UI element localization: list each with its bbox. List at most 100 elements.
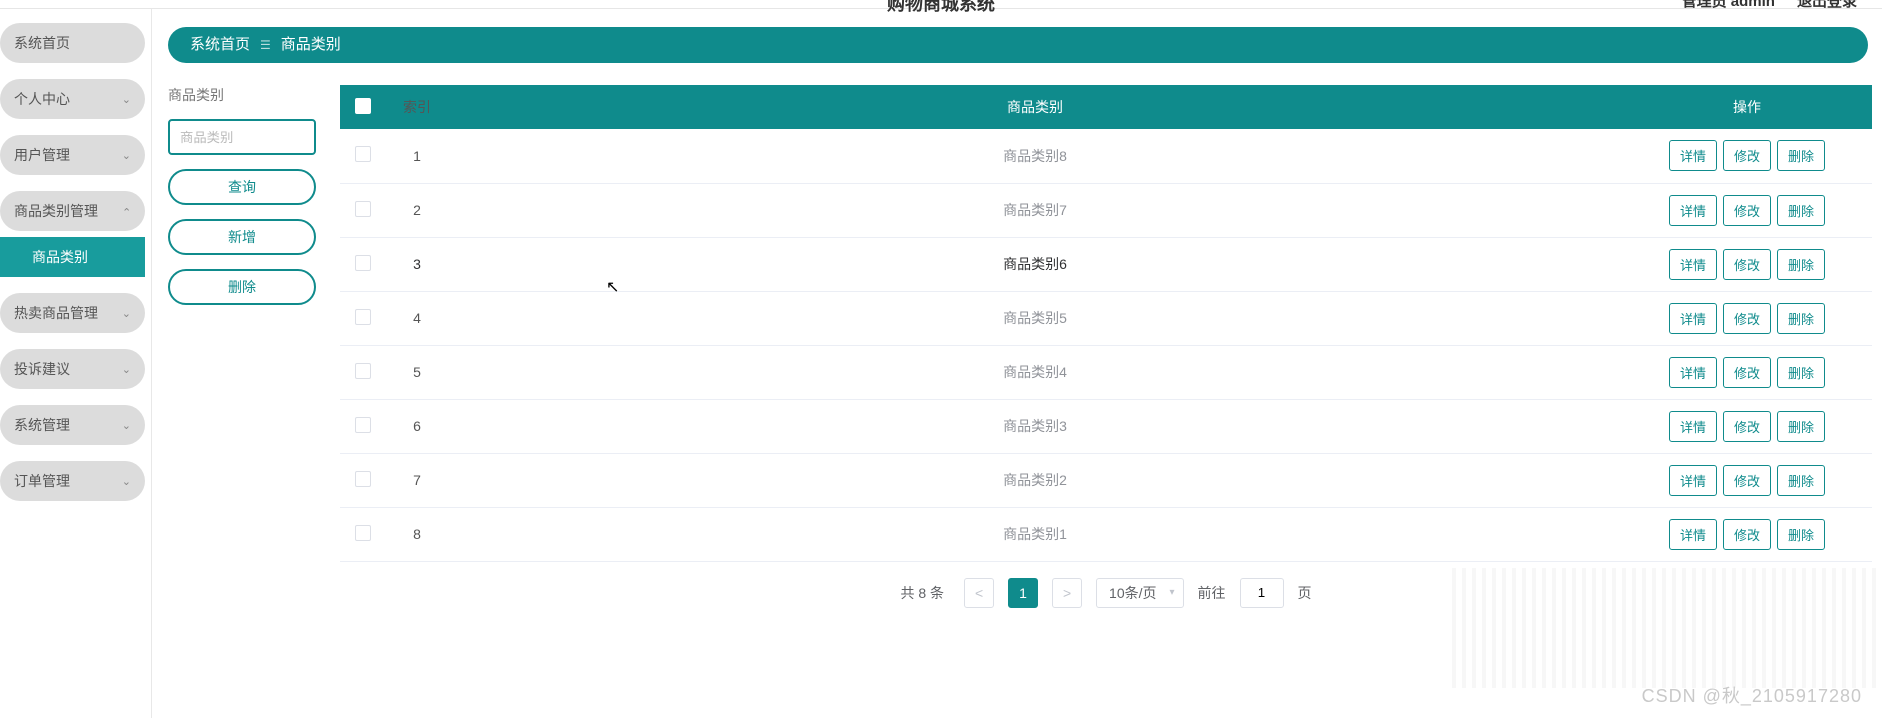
header-checkbox-cell xyxy=(340,85,386,129)
edit-button[interactable]: 修改 xyxy=(1723,411,1771,442)
table-row: 7商品类别2详情修改删除 xyxy=(340,453,1872,507)
breadcrumb-home[interactable]: 系统首页 xyxy=(190,27,250,63)
delete-button[interactable]: 删除 xyxy=(1777,249,1825,280)
row-name: 商品类别2 xyxy=(448,453,1622,507)
edit-button[interactable]: 修改 xyxy=(1723,519,1771,550)
row-ops: 详情修改删除 xyxy=(1622,237,1872,291)
row-name: 商品类别5 xyxy=(448,291,1622,345)
table-row: 1商品类别8详情修改删除 xyxy=(340,129,1872,183)
data-table: 索引 商品类别 操作 1商品类别8详情修改删除2商品类别7详情修改删除3商品类别… xyxy=(340,85,1872,718)
category-search-input[interactable] xyxy=(168,119,316,155)
chevron-down-icon: ▾ xyxy=(1169,587,1174,598)
chevron-down-icon: ⌄ xyxy=(122,419,131,432)
delete-button[interactable]: 删除 xyxy=(1777,140,1825,171)
add-button[interactable]: 新增 xyxy=(168,219,316,255)
pagination-prev-button[interactable]: < xyxy=(964,578,994,608)
pagination: 共 8 条 < 1 > 10条/页 ▾ 前往 页 xyxy=(340,562,1872,616)
jump-suffix: 页 xyxy=(1298,583,1312,603)
sidebar-item-2[interactable]: 用户管理 ⌄ xyxy=(0,135,145,175)
jump-prefix: 前往 xyxy=(1198,583,1226,603)
pagination-page-1[interactable]: 1 xyxy=(1008,578,1038,608)
row-checkbox[interactable] xyxy=(355,363,371,379)
row-checkbox[interactable] xyxy=(355,146,371,162)
edit-button[interactable]: 修改 xyxy=(1723,357,1771,388)
chevron-down-icon: ⌄ xyxy=(122,363,131,376)
batch-delete-button[interactable]: 删除 xyxy=(168,269,316,305)
edit-button[interactable]: 修改 xyxy=(1723,195,1771,226)
edit-button[interactable]: 修改 xyxy=(1723,303,1771,334)
detail-button[interactable]: 详情 xyxy=(1669,519,1717,550)
table-row: 8商品类别1详情修改删除 xyxy=(340,507,1872,561)
detail-button[interactable]: 详情 xyxy=(1669,140,1717,171)
delete-button[interactable]: 删除 xyxy=(1777,357,1825,388)
edit-button[interactable]: 修改 xyxy=(1723,249,1771,280)
detail-button[interactable]: 详情 xyxy=(1669,195,1717,226)
row-name: 商品类别4 xyxy=(448,345,1622,399)
detail-button[interactable]: 详情 xyxy=(1669,357,1717,388)
breadcrumb: 系统首页 ☰ 商品类别 xyxy=(168,27,1868,63)
row-ops: 详情修改删除 xyxy=(1622,453,1872,507)
edit-button[interactable]: 修改 xyxy=(1723,465,1771,496)
sidebar-item-label: 系统首页 xyxy=(14,33,70,53)
sidebar-item-1[interactable]: 个人中心⌄ xyxy=(0,79,145,119)
delete-button[interactable]: 删除 xyxy=(1777,519,1825,550)
row-ops: 详情修改删除 xyxy=(1622,291,1872,345)
row-name: 商品类别8 xyxy=(448,129,1622,183)
jump-page-input[interactable] xyxy=(1240,578,1284,608)
row-ops: 详情修改删除 xyxy=(1622,507,1872,561)
row-ops: 详情修改删除 xyxy=(1622,399,1872,453)
row-index: 2 xyxy=(386,183,448,237)
detail-button[interactable]: 详情 xyxy=(1669,249,1717,280)
select-all-checkbox[interactable] xyxy=(355,98,371,114)
sidebar-item-label: 个人中心 xyxy=(14,89,70,109)
row-ops: 详情修改删除 xyxy=(1622,183,1872,237)
row-checkbox[interactable] xyxy=(355,525,371,541)
row-checkbox[interactable] xyxy=(355,201,371,217)
row-checkbox[interactable] xyxy=(355,255,371,271)
sidebar-item-4[interactable]: 热卖商品管理⌄ xyxy=(0,293,145,333)
detail-button[interactable]: 详情 xyxy=(1669,465,1717,496)
delete-button[interactable]: 删除 xyxy=(1777,303,1825,334)
row-index: 8 xyxy=(386,507,448,561)
page-size-label: 10条/页 xyxy=(1109,583,1156,603)
row-ops: 详情修改删除 xyxy=(1622,129,1872,183)
row-index: 1 xyxy=(386,129,448,183)
row-checkbox[interactable] xyxy=(355,417,371,433)
delete-button[interactable]: 删除 xyxy=(1777,411,1825,442)
row-index: 5 xyxy=(386,345,448,399)
table-row: 6商品类别3详情修改删除 xyxy=(340,399,1872,453)
edit-button[interactable]: 修改 xyxy=(1723,140,1771,171)
row-checkbox[interactable] xyxy=(355,471,371,487)
delete-button[interactable]: 删除 xyxy=(1777,465,1825,496)
sidebar-item-label: 系统管理 xyxy=(14,415,70,435)
detail-button[interactable]: 详情 xyxy=(1669,303,1717,334)
chevron-down-icon: ⌄ xyxy=(122,149,131,162)
row-checkbox[interactable] xyxy=(355,309,371,325)
breadcrumb-sep-icon: ☰ xyxy=(260,27,271,63)
table-row: 2商品类别7详情修改删除 xyxy=(340,183,1872,237)
sidebar: 系统首页个人中心⌄用户管理⌄商品类别管理⌄商品类别热卖商品管理⌄投诉建议⌄系统管… xyxy=(0,9,152,718)
table-row: 5商品类别4 详情修改删除 xyxy=(340,345,1872,399)
search-button[interactable]: 查询 xyxy=(168,169,316,205)
sidebar-subitem-label: 商品类别 xyxy=(32,247,88,267)
sidebar-item-3[interactable]: 商品类别管理⌄ xyxy=(0,191,145,231)
row-name: 商品类别3 xyxy=(448,399,1622,453)
row-index: 7 xyxy=(386,453,448,507)
detail-button[interactable]: 详情 xyxy=(1669,411,1717,442)
sidebar-item-0[interactable]: 系统首页 xyxy=(0,23,145,63)
chevron-down-icon: ⌄ xyxy=(122,307,131,320)
pagination-next-button[interactable]: > xyxy=(1052,578,1082,608)
sidebar-item-label: 用户管理 xyxy=(14,145,70,165)
sidebar-item-5[interactable]: 投诉建议⌄ xyxy=(0,349,145,389)
top-bar: 购物商城系统 管理员 admin 退出登录 xyxy=(0,0,1882,9)
sidebar-item-6[interactable]: 系统管理 ⌄ xyxy=(0,405,145,445)
row-index: 3 xyxy=(386,237,448,291)
filter-label: 商品类别 xyxy=(168,85,316,105)
row-name: 商品类别6 xyxy=(448,237,1622,291)
pagination-total: 共 8 条 xyxy=(900,583,944,603)
sidebar-item-7[interactable]: 订单管理⌄ xyxy=(0,461,145,501)
sidebar-subitem[interactable]: 商品类别 xyxy=(0,237,145,277)
chevron-up-icon: ⌄ xyxy=(122,205,131,218)
page-size-select[interactable]: 10条/页 ▾ xyxy=(1096,578,1183,608)
delete-button[interactable]: 删除 xyxy=(1777,195,1825,226)
